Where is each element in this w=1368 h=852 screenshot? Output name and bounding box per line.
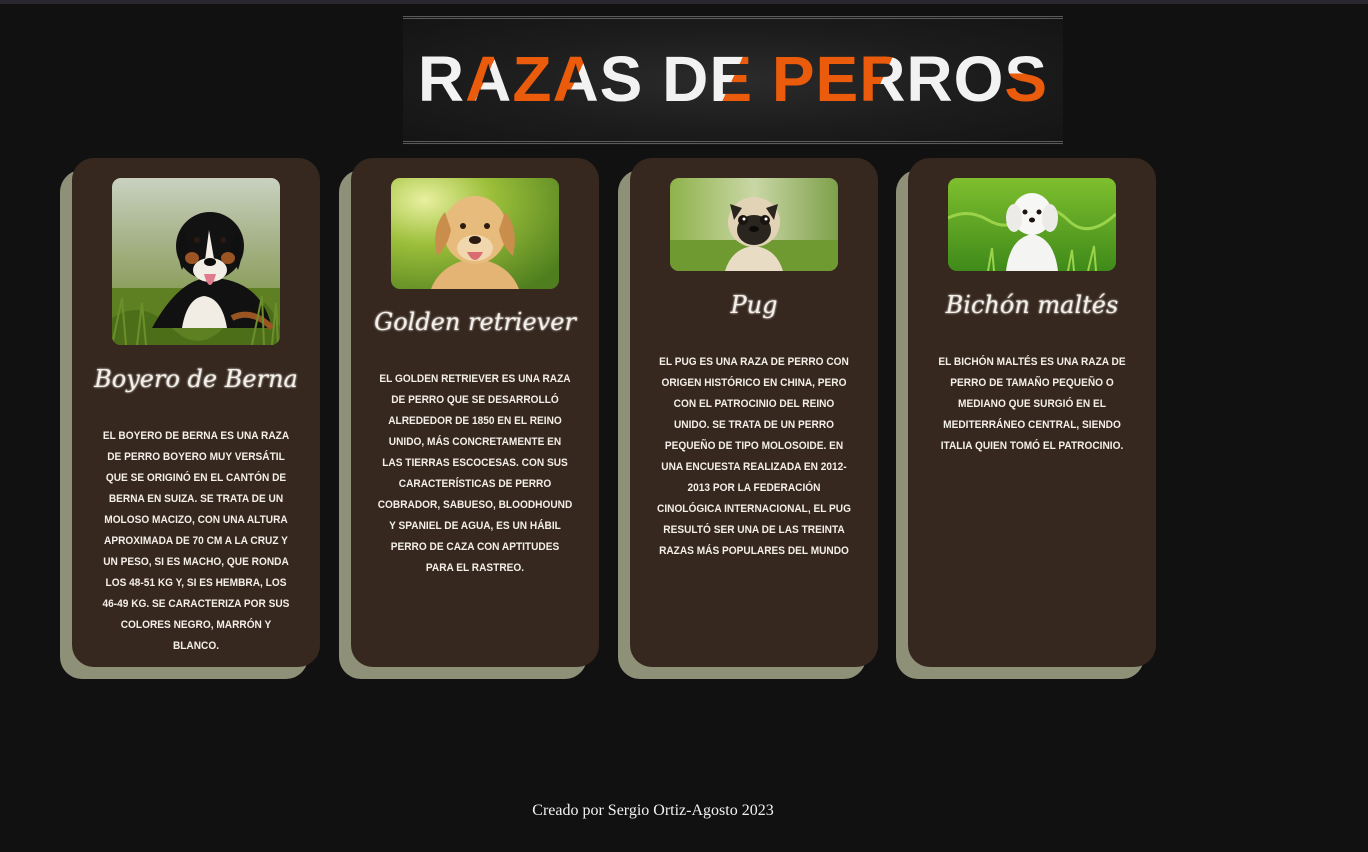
bernese-mountain-dog-photo — [112, 178, 280, 345]
title-space — [753, 44, 772, 114]
breed-title: Golden retriever — [374, 308, 576, 336]
title-letter: E — [709, 43, 754, 115]
title-letter: P — [771, 43, 816, 115]
breed-title: Boyero de Berna — [94, 365, 298, 393]
breed-card-boyero: Boyero de Berna El Boyero de Berna es un… — [72, 158, 320, 667]
title-letter: A — [552, 43, 600, 115]
breed-description: El Boyero de Berna es una raza de perro … — [102, 430, 290, 652]
page-header: RAZAS DE PERROS — [403, 16, 1063, 145]
page-title: RAZAS DE PERROS — [403, 44, 1063, 114]
pug-photo — [670, 178, 838, 271]
title-letter: R — [417, 43, 466, 115]
header-bottom-rule — [403, 141, 1063, 144]
title-letter: D — [662, 43, 710, 115]
header-top-rule — [403, 16, 1063, 19]
title-letter: R — [906, 43, 954, 115]
window-top-strip — [0, 0, 1368, 4]
title-letter: O — [953, 43, 1005, 115]
breed-title: Pug — [730, 291, 778, 319]
breed-description: El bichón maltés es una raza de perro de… — [938, 356, 1126, 452]
page-footer: Creado por Sergio Ortiz-Agosto 2023 — [532, 802, 774, 819]
title-letter: R — [859, 43, 907, 115]
breed-title: Bichón maltés — [945, 291, 1119, 319]
breed-card-golden: Golden retriever El golden retriever es … — [351, 158, 599, 667]
breed-card-pug: Pug El pug es una raza de perro con orig… — [630, 158, 878, 667]
title-letter: S — [599, 43, 644, 115]
title-letter: Z — [512, 43, 553, 115]
breed-card-maltes: Bichón maltés El bichón maltés es una ra… — [908, 158, 1156, 667]
maltese-photo — [948, 178, 1116, 271]
title-letter: S — [1004, 43, 1049, 115]
golden-retriever-photo — [391, 178, 559, 289]
breed-description: El golden retriever es una raza de perro… — [377, 373, 573, 574]
breed-description: El pug es una raza de perro con origen h… — [657, 356, 851, 557]
title-letter: E — [815, 43, 860, 115]
title-space — [643, 44, 662, 114]
title-letter: A — [465, 43, 513, 115]
